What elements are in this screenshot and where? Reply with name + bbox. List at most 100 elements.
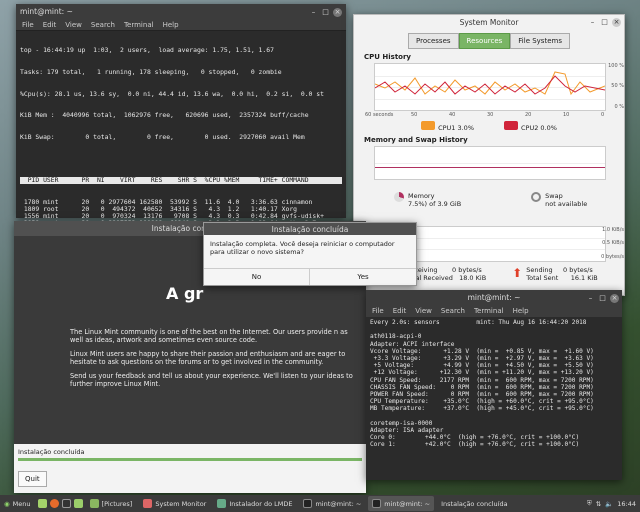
menu-terminal[interactable]: Terminal [124,21,154,29]
slide-paragraph: Linux Mint users are happy to share thei… [70,350,346,366]
menu-edit[interactable]: Edit [393,307,407,315]
taskbar-item-installer[interactable]: Instalador do LMDE [213,496,296,511]
menu-view[interactable]: View [415,307,432,315]
summary-line: KiB Mem : 4040996 total, 1062976 free, 6… [20,111,309,120]
sensor-line: CPU FAN Speed: 2177 RPM (min = 600 RPM, … [370,376,594,384]
maximize-icon[interactable]: □ [321,8,330,17]
network-legend: ⬇ Receiving 0 bytes/s Total Received 18.… [392,266,624,282]
installer-icon [217,499,227,508]
show-desktop-icon[interactable] [37,499,47,508]
axis-tick: 30 [487,112,494,118]
axis-tick: 0 bytes/s [601,254,624,260]
quit-button[interactable]: Quit [18,471,47,487]
total-received-value: 18.0 KiB [459,274,487,282]
menu-help[interactable]: Help [163,21,179,29]
yes-button[interactable]: Yes [310,268,416,285]
taskbar-item-terminal-1[interactable]: mint@mint: ~ [299,496,365,511]
tab-resources[interactable]: Resources [458,33,511,49]
menu-file[interactable]: File [372,307,384,315]
terminal-launcher-icon[interactable] [61,499,71,508]
tab-bar: Processes Resources File Systems [354,33,624,49]
sensor-line: Vcore Voltage: +1.28 V (min = +0.85 V, m… [370,347,594,355]
axis-tick: 50 [411,112,418,118]
sensor-line: Every 2.0s: sensors mint: Thu Aug 16 16:… [370,319,587,326]
sensor-line: +5 Voltage: +4.99 V (min = +4.50 V, max … [370,362,594,370]
close-icon[interactable]: × [612,18,621,27]
dialog-message: Instalação completa. Você deseja reinici… [210,240,395,256]
receiving-rate: 0 bytes/s [452,266,482,274]
tab-processes[interactable]: Processes [408,33,459,49]
menu-file[interactable]: File [22,21,34,29]
menu-view[interactable]: View [65,21,82,29]
minimize-icon[interactable]: – [309,8,318,17]
maximize-icon[interactable]: □ [598,294,607,303]
menu-bar: File Edit View Search Terminal Help [366,305,622,317]
upload-arrow-icon: ⬆ [512,266,523,280]
mint-logo-icon: ◉ [4,499,10,508]
summary-line: Tasks: 179 total, 1 running, 178 sleepin… [20,68,282,77]
sensor-line: +3.3 Voltage: +3.29 V (min = +2.97 V, ma… [370,355,594,362]
sensor-line: +12 Voltage: +12.30 V (min = +11.20 V, m… [370,369,594,377]
slide-paragraph: The Linux Mint community is one of the b… [70,328,348,344]
sensors-terminal-window[interactable]: mint@mint: ~ – □ × File Edit View Search T… [366,290,622,480]
minimize-icon[interactable]: – [588,18,597,27]
menu-help[interactable]: Help [513,307,529,315]
minimize-icon[interactable]: – [586,294,595,303]
terminal-icon [372,499,382,508]
restart-dialog[interactable]: Instalação concluída Instalação completa… [203,222,417,286]
sensor-line: Core 1: +42.0°C (high = +76.0°C, crit = … [370,441,580,449]
title-bar[interactable]: mint@mint: ~ – □ × [366,290,622,305]
title-bar[interactable]: System Monitor – □ × [354,15,624,29]
cpu-graph-lines [375,71,605,96]
menu-edit[interactable]: Edit [43,21,57,29]
close-icon[interactable]: × [610,293,619,303]
taskbar-item-terminal-2[interactable]: mint@mint: ~ [368,496,435,511]
axis-tick: 100 % [608,63,624,69]
axis-tick: 0.5 KiB/s [602,240,624,246]
files-launcher-icon[interactable] [73,499,83,508]
summary-line: top - 16:44:19 up 1:03, 2 users, load av… [20,46,274,55]
close-icon[interactable]: × [333,7,342,17]
sending-rate: 0 bytes/s [563,266,593,274]
install-status: Instalação concluída [18,448,85,456]
memory-pie-icon[interactable] [394,192,404,202]
title-bar[interactable]: mint@mint: ~ – □ × [16,4,346,19]
taskbar-item-pictures[interactable]: [Pictures] [86,496,137,511]
menu-search[interactable]: Search [441,307,465,315]
clock[interactable]: 16:44 [617,500,636,508]
cpu1-swatch[interactable] [421,121,436,130]
terminal-icon [303,499,313,508]
tab-file-systems[interactable]: File Systems [510,33,570,49]
axis-tick: 60 seconds [365,112,394,118]
terminal-output[interactable]: Every 2.0s: sensors mint: Thu Aug 16 16:… [366,317,622,451]
top-terminal-window[interactable]: mint@mint: ~ – □ × File Edit View Search T… [16,4,346,321]
no-button[interactable]: No [204,268,310,285]
install-progress-bar [18,458,362,461]
menu-label: Menu [12,499,31,508]
folder-icon [89,499,99,508]
cpu2-swatch[interactable] [504,121,518,130]
total-sent-value: 16.1 KiB [570,274,598,282]
menu-button[interactable]: ◉ Menu [0,496,35,511]
menu-search[interactable]: Search [91,21,115,29]
slide-paragraph: Send us your feedback and tell us about … [70,372,353,388]
menu-terminal[interactable]: Terminal [474,307,504,315]
summary-line: %Cpu(s): 28.1 us, 13.6 sy, 0.0 ni, 44.4 … [20,89,324,98]
shield-icon[interactable]: ⛨ [587,499,592,508]
network-icon[interactable]: ⇅ [596,500,601,508]
cpu-history-heading: CPU History [364,53,411,61]
cpu-legend: CPU1 3.0% CPU2 0.0% [354,121,624,132]
axis-tick: 20 [525,112,532,118]
dialog-title-bar[interactable]: Instalação concluída [204,223,416,235]
taskbar-item-label: mint@mint: ~ [384,499,431,508]
volume-icon[interactable]: 🔈 [605,500,613,508]
sensor-line [370,326,618,333]
taskbar-item-install-complete[interactable]: Instalação concluída [437,496,511,511]
sensor-line: ath0118-acpi-0 [370,333,422,341]
swap-pie-icon[interactable] [531,192,542,202]
axis-tick: 0 [601,112,605,118]
firefox-icon[interactable] [49,499,59,508]
taskbar-item-system-monitor[interactable]: System Monitor [139,496,210,511]
sensor-line [370,413,618,420]
maximize-icon[interactable]: □ [600,18,609,27]
